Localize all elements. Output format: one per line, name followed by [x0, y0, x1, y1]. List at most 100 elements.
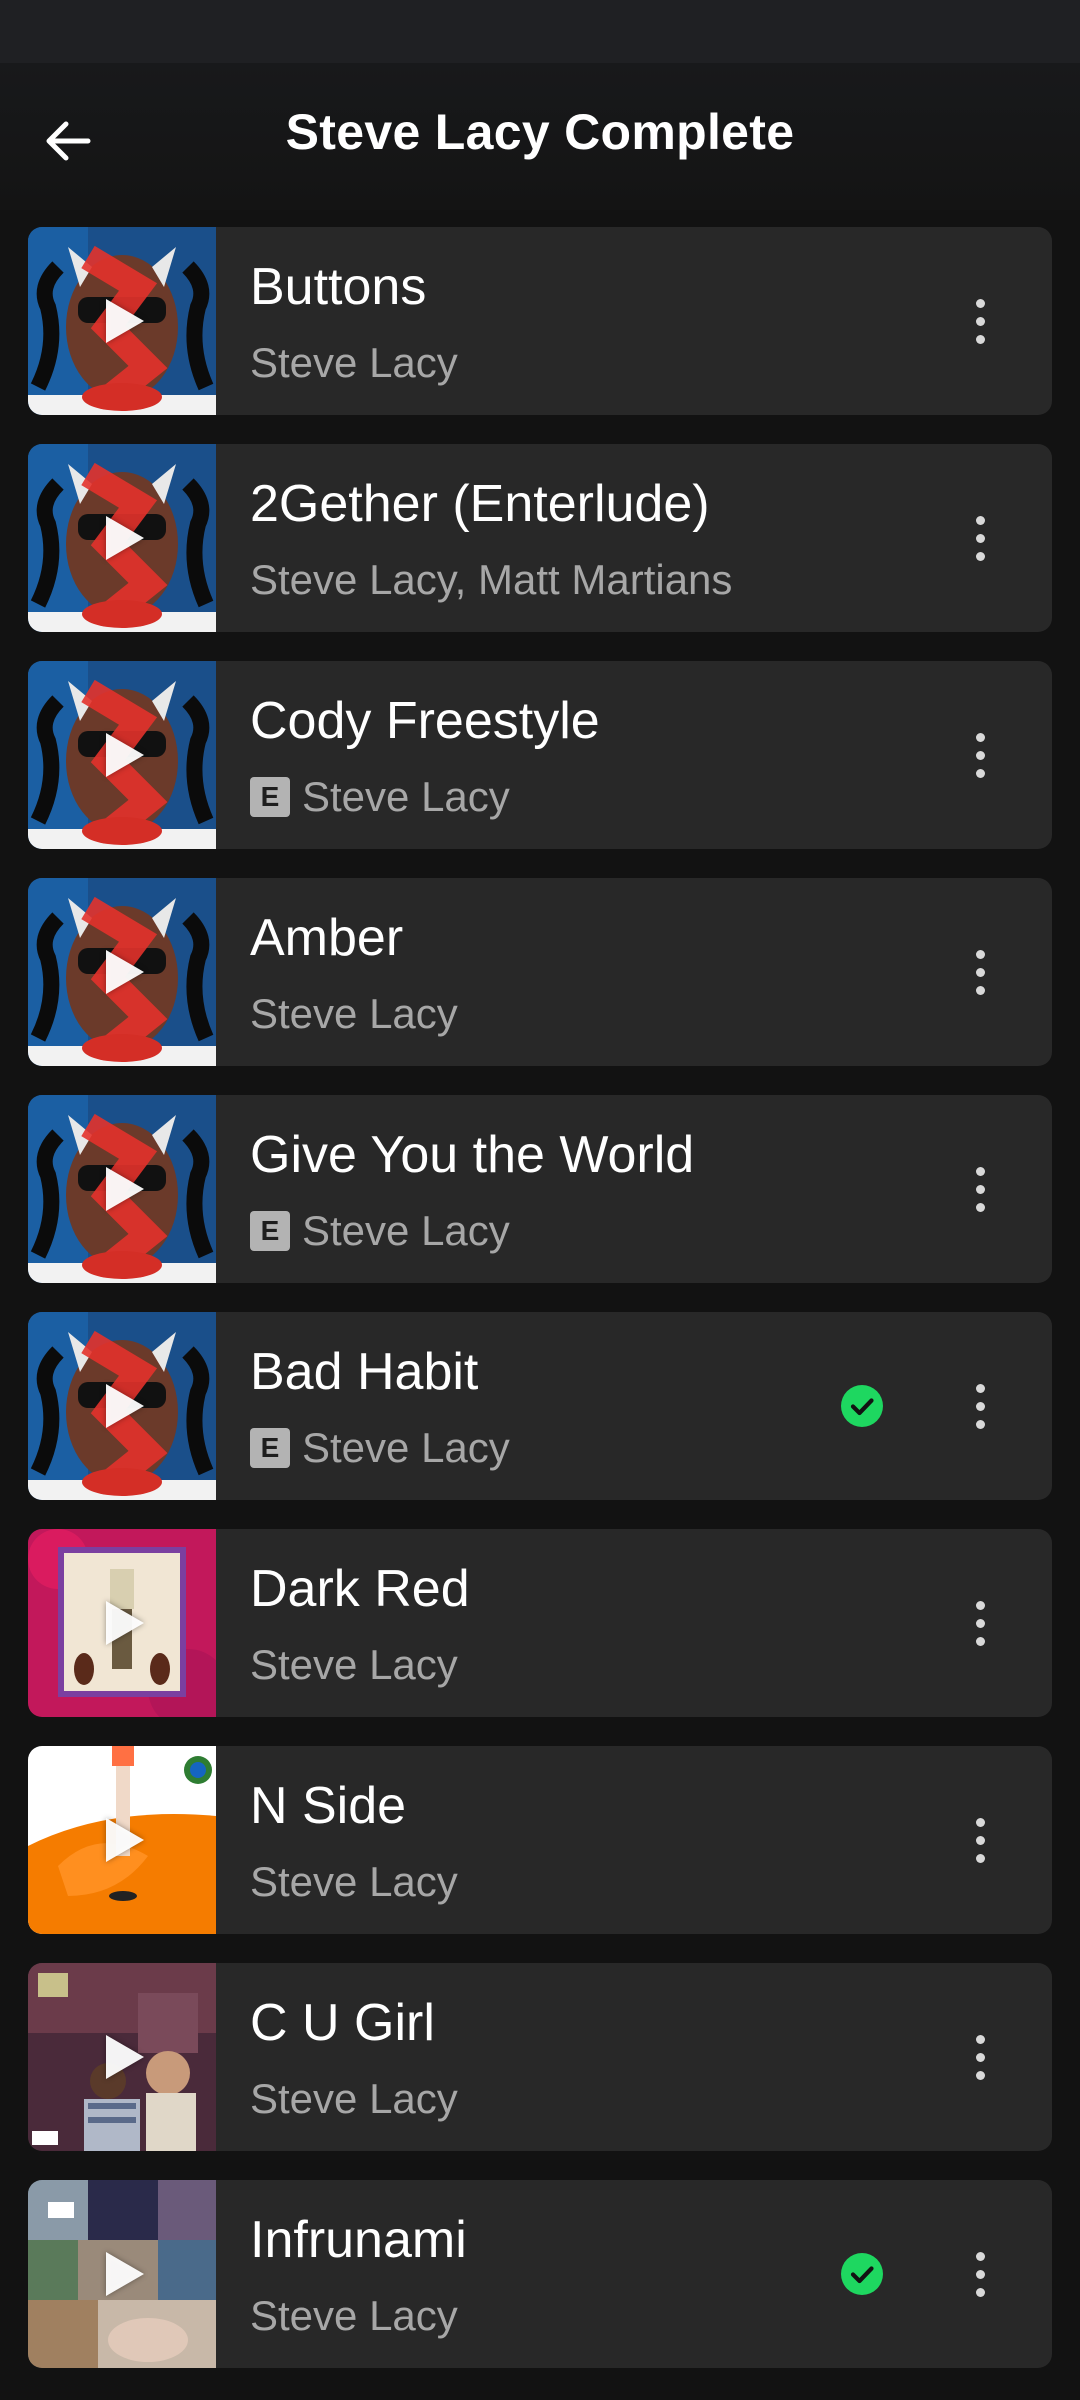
track-subtitle: Steve Lacy [250, 2291, 458, 2341]
more-dot [975, 750, 985, 760]
track-subtitle: Steve Lacy [250, 2074, 458, 2124]
track-subtitle: E Steve Lacy [250, 772, 510, 822]
more-dots-icon [975, 298, 985, 308]
more-dots-icon [975, 1817, 985, 1827]
track-title: Cody Freestyle [250, 692, 600, 750]
play-icon [106, 733, 144, 777]
more-dot [975, 967, 985, 977]
album-art[interactable] [28, 1746, 216, 1934]
more-dots-icon [975, 2251, 985, 2261]
downloaded-icon [841, 1385, 883, 1427]
play-icon [106, 1818, 144, 1862]
more-options-button[interactable] [942, 1802, 1018, 1878]
track-row[interactable]: C U Girl Steve Lacy [28, 1963, 1052, 2151]
track-subtitle: E Steve Lacy [250, 1423, 510, 1473]
more-options-button[interactable] [942, 2236, 1018, 2312]
more-options-button[interactable] [942, 2019, 1018, 2095]
more-dot [975, 551, 985, 561]
more-options-button[interactable] [942, 1368, 1018, 1444]
more-dots-icon [975, 1166, 985, 1176]
explicit-badge: E [250, 1428, 290, 1468]
more-dot [975, 768, 985, 778]
track-row[interactable]: Dark Red Steve Lacy [28, 1529, 1052, 1717]
more-dot [975, 985, 985, 995]
album-art[interactable] [28, 878, 216, 1066]
more-dots-icon [975, 1383, 985, 1393]
track-row[interactable]: Amber Steve Lacy [28, 878, 1052, 1066]
play-icon [106, 1601, 144, 1645]
more-dots-icon [975, 1600, 985, 1610]
more-dot [975, 533, 985, 543]
track-row[interactable]: Infrunami Steve Lacy [28, 2180, 1052, 2368]
more-dot [975, 2269, 985, 2279]
page-header: Steve Lacy Complete [0, 63, 1080, 210]
more-dot [975, 2052, 985, 2062]
more-dot [975, 1419, 985, 1429]
play-icon [106, 516, 144, 560]
track-title: Bad Habit [250, 1343, 479, 1401]
track-row[interactable]: Give You the World E Steve Lacy [28, 1095, 1052, 1283]
track-artist: Steve Lacy [250, 2075, 458, 2122]
track-title: C U Girl [250, 1994, 435, 2052]
more-options-button[interactable] [942, 283, 1018, 359]
track-title: Amber [250, 909, 404, 967]
track-artist: Steve Lacy [250, 1858, 458, 1905]
album-art[interactable] [28, 1529, 216, 1717]
album-art[interactable] [28, 2180, 216, 2368]
track-title: Infrunami [250, 2211, 467, 2269]
track-row[interactable]: Bad Habit E Steve Lacy [28, 1312, 1052, 1500]
track-row[interactable]: 2Gether (Enterlude) Steve Lacy, Matt Mart… [28, 444, 1052, 632]
more-dot [975, 1401, 985, 1411]
track-artist: Steve Lacy [302, 1207, 510, 1254]
album-art[interactable] [28, 1312, 216, 1500]
track-artist: Steve Lacy [250, 1641, 458, 1688]
more-dots-icon [975, 949, 985, 959]
track-row[interactable]: Cody Freestyle E Steve Lacy [28, 661, 1052, 849]
album-art[interactable] [28, 1095, 216, 1283]
more-options-button[interactable] [942, 1585, 1018, 1661]
more-dots-icon [975, 515, 985, 525]
track-title: Dark Red [250, 1560, 470, 1618]
track-list: Buttons Steve Lacy 2Gether (Enterlude) Stev… [28, 227, 1052, 2397]
track-row[interactable]: N Side Steve Lacy [28, 1746, 1052, 1934]
more-options-button[interactable] [942, 1151, 1018, 1227]
play-icon [106, 1384, 144, 1428]
album-art[interactable] [28, 1963, 216, 2151]
track-subtitle: Steve Lacy, Matt Martians [250, 555, 732, 605]
more-dots-icon [975, 2034, 985, 2044]
play-icon [106, 2252, 144, 2296]
track-artist: Steve Lacy [302, 1424, 510, 1471]
downloaded-icon [841, 2253, 883, 2295]
more-dot [975, 1618, 985, 1628]
play-icon [106, 299, 144, 343]
track-artist: Steve Lacy, Matt Martians [250, 556, 733, 603]
track-title: Buttons [250, 258, 427, 316]
more-dot [975, 1636, 985, 1646]
more-dot [975, 1853, 985, 1863]
more-dot [975, 1184, 985, 1194]
track-artist: Steve Lacy [302, 773, 510, 820]
more-dot [975, 2070, 985, 2080]
track-subtitle: Steve Lacy [250, 1640, 458, 1690]
track-title: Give You the World [250, 1126, 695, 1184]
more-dot [975, 334, 985, 344]
play-icon [106, 2035, 144, 2079]
more-options-button[interactable] [942, 717, 1018, 793]
track-row[interactable]: Buttons Steve Lacy [28, 227, 1052, 415]
more-dot [975, 2287, 985, 2297]
track-artist: Steve Lacy [250, 2292, 458, 2339]
track-subtitle: Steve Lacy [250, 338, 458, 388]
album-art[interactable] [28, 227, 216, 415]
more-options-button[interactable] [942, 934, 1018, 1010]
more-dot [975, 1835, 985, 1845]
track-subtitle: E Steve Lacy [250, 1206, 510, 1256]
more-dot [975, 1202, 985, 1212]
more-options-button[interactable] [942, 500, 1018, 576]
explicit-badge: E [250, 777, 290, 817]
play-icon [106, 950, 144, 994]
explicit-badge: E [250, 1211, 290, 1251]
album-art[interactable] [28, 444, 216, 632]
play-icon [106, 1167, 144, 1211]
album-art[interactable] [28, 661, 216, 849]
track-artist: Steve Lacy [250, 990, 458, 1037]
